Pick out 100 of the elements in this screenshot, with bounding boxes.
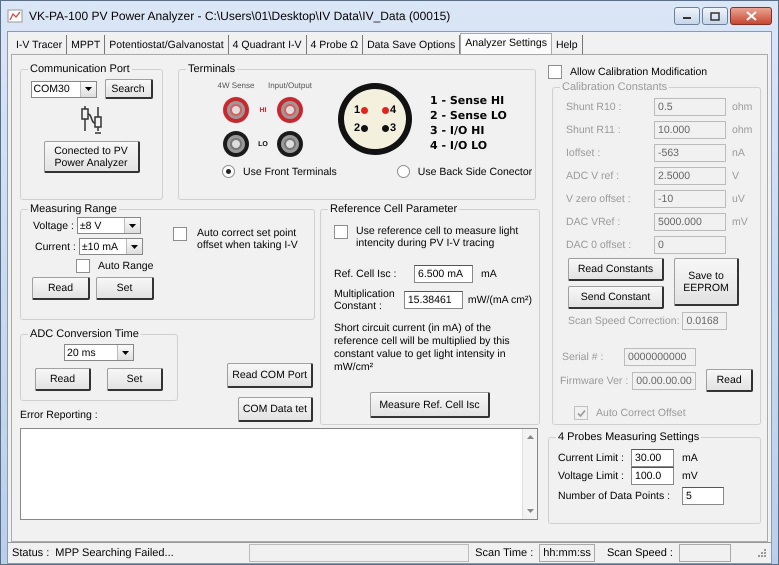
pin-number: 2 (354, 122, 360, 134)
radio-button[interactable] (222, 165, 235, 178)
unit-label: mV (681, 470, 698, 482)
checkbox-label: Allow Calibration Modification (570, 66, 708, 78)
radio-label: Use Back Side Conector (418, 166, 532, 178)
field-label: Number of Data Points : (558, 490, 672, 502)
radio-button[interactable] (396, 165, 410, 178)
scan-speed-field (679, 544, 731, 562)
checkbox[interactable] (76, 259, 90, 273)
checkbox-label: Auto correct set point offset when taking I-V (197, 227, 299, 251)
status-label: Scan Time : (475, 547, 534, 559)
scroll-up-icon (526, 435, 534, 439)
caret-icon (80, 82, 96, 96)
unit-label: mW/(mA cm²) (466, 294, 532, 306)
read-button[interactable]: Read (35, 368, 91, 391)
text-field[interactable]: 30.00 (631, 449, 674, 467)
field-label: Current Limit : (558, 452, 625, 464)
field-label: Serial # : (562, 351, 604, 363)
window-title: VK-PA-100 PV Power Analyzer - C:\Users\01\Desktop\IV Data\IV_Data (00015) (29, 9, 452, 23)
pin-legend: 1 - Sense HI (430, 93, 507, 108)
dropdown[interactable]: ±8 V (76, 217, 141, 234)
dropdown[interactable]: ±10 mA (78, 238, 143, 255)
unit-label: uV (731, 192, 746, 204)
group-title: Reference Cell Parameter (329, 203, 458, 215)
jack-label: 4W Sense (218, 81, 254, 90)
checkbox[interactable] (173, 227, 187, 241)
com-button[interactable]: COM Data tet (238, 397, 313, 422)
pin-legend: 4 - I/O LO (430, 138, 507, 153)
set-button[interactable]: Set (96, 277, 154, 300)
field-label: DAC VRef : (566, 216, 622, 228)
jack-icon (276, 130, 304, 158)
close-button[interactable] (730, 7, 772, 25)
jack-icon (222, 96, 250, 124)
tab[interactable]: Analyzer Settings (460, 33, 552, 54)
caret-icon (117, 345, 133, 360)
description-text: Short circuit current (in mA) of the reference cell will be multiplied by this constant value to get light intensity in mW/cm² (333, 322, 511, 374)
field-label: Ioffset : (566, 146, 602, 158)
group-title: ADC Conversion Time (29, 328, 140, 340)
checkbox-label: Auto Range (98, 260, 154, 272)
scrollbar[interactable] (522, 429, 537, 519)
field-label: Error Reporting : (20, 408, 99, 422)
field-label: V zero offset : (566, 192, 632, 204)
pin-number: 4 (390, 104, 396, 116)
caret-icon (126, 239, 142, 254)
unit-label: V (731, 170, 740, 182)
status-label: Scan Speed : (606, 547, 673, 559)
close-icon (746, 11, 756, 21)
read-button[interactable]: Read (32, 277, 90, 300)
field-label: Scan Speed Correction: (568, 315, 680, 327)
field-label: Shunt R10 : (566, 100, 622, 112)
scroll-down-icon (526, 509, 534, 513)
checkbox[interactable] (548, 65, 562, 79)
pin-number: 3 (390, 122, 396, 134)
measure-button[interactable]: Measure Ref. Cell Isc (370, 392, 490, 418)
field-label: Multiplication Constant : (334, 288, 396, 312)
checkbox[interactable] (334, 225, 348, 239)
minimize-button[interactable] (674, 7, 700, 25)
checkbox-label: Auto Correct Offset (596, 407, 686, 419)
resize-grip-icon (757, 548, 767, 558)
text-field[interactable]: 6.500 mA (414, 265, 473, 283)
field-label: Shunt R11 : (566, 124, 622, 136)
text-field[interactable]: 5 (682, 487, 724, 505)
maximize-button[interactable] (702, 7, 728, 25)
text-field[interactable]: 100.0 (631, 467, 674, 485)
text-field[interactable]: 15.38461 (404, 291, 463, 309)
group-title: Terminals (187, 63, 236, 75)
unit-label: ohm (731, 124, 753, 136)
radio-label: Use Front Terminals (243, 166, 337, 178)
connect-button[interactable]: Conected to PV Power Analyzer (44, 141, 140, 173)
checkmark-icon (576, 408, 586, 418)
caret-icon (124, 218, 140, 233)
unit-label: mV (731, 216, 749, 228)
error-log-field[interactable] (20, 428, 538, 520)
group-title: Measuring Range (29, 203, 118, 215)
search-button[interactable]: Search (104, 79, 152, 99)
pin-legend: 2 - Sense LO (430, 108, 507, 123)
pin-number: 1 (354, 104, 360, 116)
field-label: DAC 0 offset : (566, 238, 632, 250)
com-button[interactable]: Read COM Port (227, 363, 313, 388)
field-label: Firmware Ver : (560, 374, 628, 386)
status-text: MPP Searching Failed... (55, 547, 174, 559)
app-icon (7, 8, 23, 24)
field-label: Voltage : (33, 220, 74, 232)
unit-label: mA (480, 268, 497, 280)
field-label: Current : (35, 240, 76, 252)
group-title: Communication Port (29, 63, 131, 75)
jack-icon (222, 130, 250, 158)
jack-icon (276, 96, 304, 124)
status-label: Status : (12, 547, 50, 559)
unit-label: mA (681, 452, 698, 464)
pin-legend: 3 - I/O HI (430, 123, 507, 138)
dropdown[interactable]: COM30 (30, 80, 96, 98)
field-label: ADC V ref : (566, 170, 620, 182)
checkbox-label: Use reference cell to measure light intencity during PV I-V tracing (356, 225, 520, 249)
dropdown[interactable]: 20 ms (64, 344, 134, 361)
jack-label: Input/Output (268, 81, 312, 90)
group-title: Calibration Constants (561, 81, 668, 93)
group-title: 4 Probes Measuring Settings (557, 431, 700, 443)
field-label: Ref. Cell Isc : (334, 268, 398, 280)
set-button[interactable]: Set (107, 368, 163, 391)
